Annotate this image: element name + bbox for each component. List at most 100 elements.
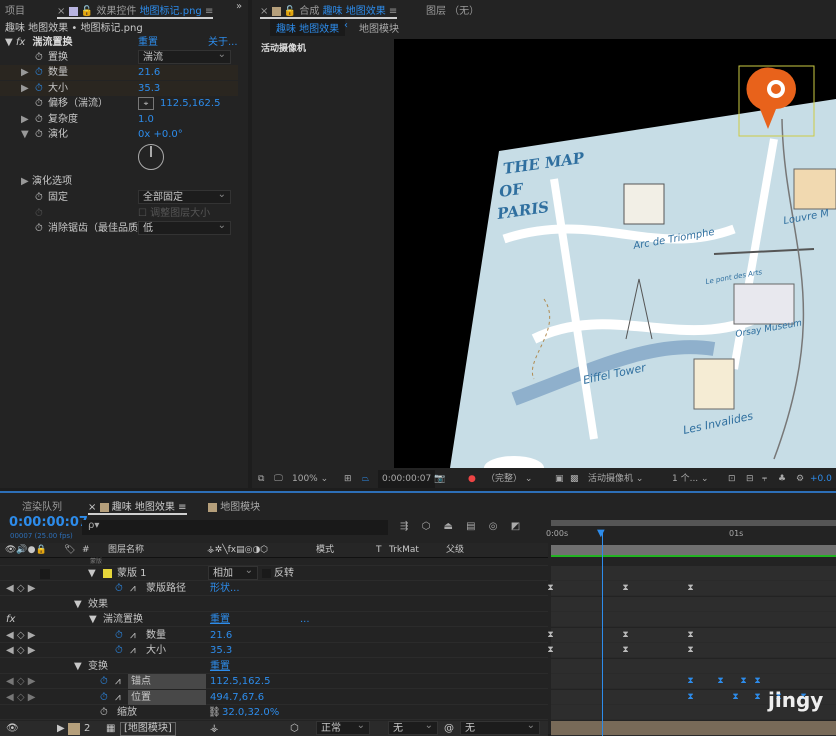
stopwatch-active-icon[interactable]: ⏱ bbox=[35, 65, 43, 80]
keyframe[interactable]: ⧗ bbox=[687, 693, 694, 702]
keyframe[interactable]: ⧗ bbox=[687, 677, 694, 686]
stopwatch-icon[interactable]: ⏱ bbox=[100, 690, 108, 705]
keyframe[interactable]: ⧗ bbox=[622, 631, 629, 640]
region-of-interest-icon[interactable]: ▣ bbox=[555, 470, 564, 488]
keyframe-navigator[interactable]: ◀ ◇ ▶ bbox=[6, 643, 35, 658]
prop-evolution-options[interactable]: ▶ 演化选项 bbox=[0, 174, 248, 189]
size-value[interactable]: 35.3 bbox=[138, 81, 160, 96]
anchor-value[interactable]: 112.5,162.5 bbox=[210, 674, 270, 689]
resolution-dropdown[interactable]: （完整） ⌄ bbox=[486, 470, 550, 488]
amount-value[interactable]: 21.6 bbox=[210, 628, 232, 643]
evolution-value[interactable]: 0x +0.0° bbox=[138, 127, 183, 142]
amount-value[interactable]: 21.6 bbox=[138, 65, 160, 80]
stopwatch-icon[interactable]: ⏱ bbox=[115, 628, 123, 643]
exposure-value[interactable]: +0.0 bbox=[810, 470, 832, 488]
camera-dropdown[interactable]: 活动摄像机 ⌄ bbox=[588, 470, 664, 488]
stopwatch-icon[interactable]: ⏱ bbox=[35, 221, 43, 236]
current-time-field[interactable]: 0:00:00:07 bbox=[378, 470, 436, 488]
parent-dropdown[interactable]: 无 bbox=[460, 719, 540, 735]
hierarchy-icon[interactable]: ♣ bbox=[778, 470, 786, 488]
scale-value[interactable]: 32.0,32.0% bbox=[222, 705, 279, 720]
graph-editor-icon[interactable]: ◩ bbox=[511, 521, 520, 532]
size-value[interactable]: 35.3 bbox=[210, 643, 232, 658]
keyframe[interactable]: ⧗ bbox=[622, 646, 629, 655]
antialias-dropdown[interactable]: 低 bbox=[138, 219, 231, 235]
tab-composition[interactable]: × 🔓 合成 趣味 地图效果 ≡ bbox=[260, 2, 398, 19]
flowchart-icon[interactable]: ⫧ bbox=[762, 470, 767, 488]
tab-project[interactable]: 项目 bbox=[5, 2, 25, 17]
mask-path-value[interactable]: 形状... bbox=[210, 581, 240, 596]
reset-link[interactable]: 重置 bbox=[210, 612, 230, 627]
keyframe[interactable]: ⧗ bbox=[547, 646, 554, 655]
more-link[interactable]: ... bbox=[300, 612, 310, 627]
graph-icon[interactable]: ⩘ bbox=[130, 581, 136, 596]
mask-mode-dropdown[interactable]: 相加 bbox=[208, 564, 258, 580]
complexity-value[interactable]: 1.0 bbox=[138, 112, 154, 127]
stopwatch-icon[interactable]: ⏱ bbox=[100, 705, 108, 720]
channel-icon[interactable]: ● bbox=[468, 470, 476, 488]
graph-icon[interactable]: ⩘ bbox=[115, 674, 121, 689]
frame-blend-icon[interactable]: ▤ bbox=[466, 521, 475, 532]
snapshot-icon[interactable]: 📷 bbox=[434, 470, 445, 488]
keyframe[interactable]: ⧗ bbox=[622, 584, 629, 593]
tab-effect-controls[interactable]: × 🔓 效果控件 地图标记.png ≡ bbox=[57, 2, 214, 19]
layer-search-input[interactable]: ρ▾ bbox=[82, 520, 388, 535]
tab-layer[interactable]: 图层 （无） bbox=[426, 2, 479, 17]
stopwatch-active-icon[interactable]: ⏱ bbox=[35, 81, 43, 96]
playhead[interactable] bbox=[602, 533, 603, 736]
mask-toggle-icon[interactable]: ⏢ bbox=[362, 470, 369, 488]
stopwatch-icon[interactable]: ⏱ bbox=[35, 112, 43, 127]
stopwatch-icon[interactable]: ⏱ bbox=[115, 643, 123, 658]
col-layer-name[interactable]: 图层名称 bbox=[108, 543, 144, 558]
keyframe[interactable]: ⧗ bbox=[740, 677, 747, 686]
mode-dropdown[interactable]: 正常 bbox=[316, 719, 370, 735]
tab-timeline-module[interactable]: 地图模块 bbox=[208, 498, 260, 513]
playhead-handle-icon[interactable]: ▼ bbox=[597, 528, 605, 539]
evolution-dial[interactable] bbox=[138, 144, 164, 170]
reset-link[interactable]: 重置 bbox=[210, 659, 230, 674]
position-value[interactable]: 494.7,67.6 bbox=[210, 690, 264, 705]
crosshair-icon[interactable]: ⌖ bbox=[138, 97, 154, 110]
mask-name[interactable]: 蒙版 1 bbox=[117, 566, 147, 581]
transparency-grid-icon[interactable]: ▩ bbox=[570, 470, 579, 488]
breadcrumb-comp-other[interactable]: 地图模块 bbox=[359, 20, 399, 35]
timeline-timecode[interactable]: 0:00:00:07 bbox=[9, 515, 88, 530]
motion-blur-icon[interactable]: ◎ bbox=[489, 521, 498, 532]
keyframe[interactable]: ⧗ bbox=[687, 631, 694, 640]
fx-icon[interactable]: fx bbox=[6, 612, 15, 627]
comp-flowchart-icon[interactable]: ⇶ bbox=[400, 521, 408, 532]
work-area-bar[interactable] bbox=[551, 545, 836, 555]
breadcrumb-layer[interactable]: 地图标记.png bbox=[80, 23, 142, 34]
composition-canvas[interactable]: THE MAP OF PARIS Arc de Triomphe Louvre … bbox=[394, 39, 836, 480]
stopwatch-icon[interactable]: ⏱ bbox=[35, 127, 43, 142]
fx-icon[interactable]: fx bbox=[16, 37, 25, 48]
keyframe[interactable]: ⧗ bbox=[547, 584, 554, 593]
fast-preview-icon[interactable]: ⊡ bbox=[728, 470, 736, 488]
stopwatch-icon[interactable]: ⏱ bbox=[100, 674, 108, 689]
offset-value[interactable]: 112.5,162.5 bbox=[160, 96, 220, 111]
time-navigator[interactable] bbox=[551, 520, 836, 526]
breadcrumb-comp[interactable]: 趣味 地图效果 bbox=[5, 23, 68, 34]
breadcrumb-comp-active[interactable]: 趣味 地图效果 bbox=[270, 19, 346, 36]
draft-3d-icon[interactable]: ⬡ bbox=[422, 521, 431, 532]
exposure-reset-icon[interactable]: ⚙ bbox=[796, 470, 804, 488]
expand-icon[interactable]: ▼ bbox=[5, 37, 13, 48]
stopwatch-icon[interactable]: ⏱ bbox=[35, 50, 43, 65]
zoom-dropdown[interactable]: 100% ⌄ bbox=[292, 470, 338, 488]
trkmat-dropdown[interactable]: 无 bbox=[388, 719, 438, 735]
reset-link[interactable]: 重置 bbox=[138, 35, 158, 50]
views-dropdown[interactable]: 1 个... ⌄ bbox=[672, 470, 722, 488]
stopwatch-icon[interactable]: ⏱ bbox=[115, 581, 123, 596]
keyframe[interactable]: ⧗ bbox=[754, 693, 761, 702]
layer-color-swatch[interactable] bbox=[68, 723, 80, 735]
pinning-dropdown[interactable]: 全部固定 bbox=[138, 188, 231, 204]
keyframe[interactable]: ⧗ bbox=[687, 584, 694, 593]
keyframe[interactable]: ⧗ bbox=[547, 631, 554, 640]
tab-timeline-comp[interactable]: × 趣味 地图效果 ≡ bbox=[88, 498, 187, 515]
resize-layer-checkbox[interactable]: ☐ 调整图层大小 bbox=[138, 206, 210, 221]
always-preview-icon[interactable]: ⧉ bbox=[258, 470, 264, 488]
keyframe[interactable]: ⧗ bbox=[687, 646, 694, 655]
displacement-dropdown[interactable]: 湍流 bbox=[138, 48, 231, 64]
invert-checkbox[interactable] bbox=[262, 569, 271, 578]
keyframe[interactable]: ⧗ bbox=[732, 693, 739, 702]
